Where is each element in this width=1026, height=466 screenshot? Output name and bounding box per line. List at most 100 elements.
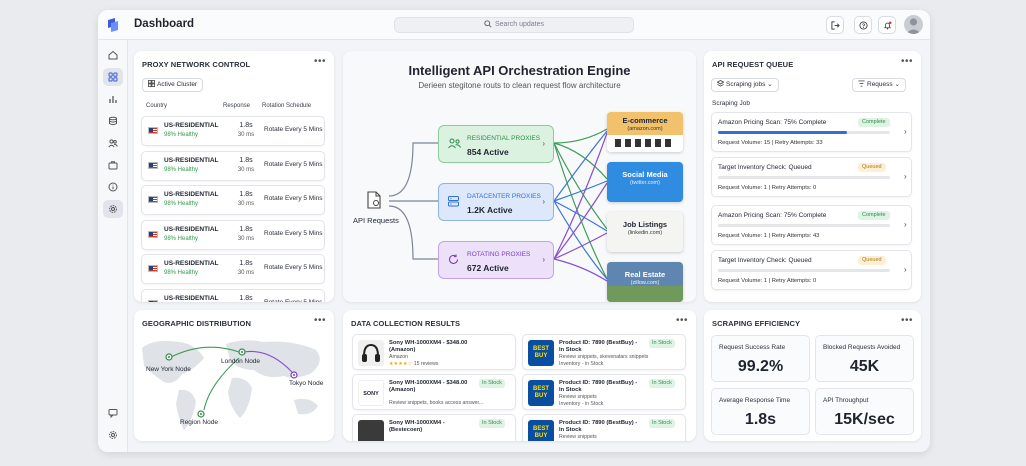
result-item[interactable]: BEST BUY Product ID: 7890 (BestBuy) - In … (522, 374, 686, 410)
sidebar-item-users[interactable] (103, 134, 123, 152)
sidebar-item-dashboard[interactable] (103, 68, 123, 86)
target-real-estate[interactable]: Real Estate (zillow.com) (607, 262, 683, 302)
proxy-response: 1.8s (239, 156, 253, 164)
proxy-name: US-RESIDENTIAL (164, 225, 219, 233)
more-options-icon[interactable]: ••• (901, 56, 913, 67)
top-bar: Dashboard Search updates (98, 10, 930, 40)
datacenter-proxies-label: DATACENTER PROXIES (467, 193, 541, 200)
sidebar-item-jobs[interactable] (103, 156, 123, 174)
briefcase-icon (108, 161, 118, 170)
sidebar-item-preferences[interactable] (103, 426, 123, 444)
proxy-health: 98% Healthy (164, 201, 199, 207)
proxy-rotation: Rotate Every 5 Mins (264, 264, 323, 271)
more-options-icon[interactable]: ••• (314, 315, 326, 326)
bestbuy-logo: BEST BUY (528, 340, 554, 366)
proxy-health: 98% Healthy (164, 166, 199, 173)
proxy-row[interactable]: US-RESIDENTIAL98% Healthy1.8s30 msRotate… (141, 185, 325, 215)
col-rotation: Rotation Schedule (262, 103, 312, 109)
sidebar-item-messages[interactable] (103, 404, 123, 422)
result-item[interactable]: Sony WH-1000XM4 - $348.00 (Amazon) Amazo… (352, 334, 516, 370)
metric-throughput: API Throughput 15K/sec (815, 388, 914, 435)
target-job-listings[interactable]: Job Listings (linkedin.com) (607, 212, 683, 252)
metric-success-rate: Request Success Rate 99.2% (711, 335, 810, 382)
proxy-response: 1.8s (239, 122, 253, 129)
result-item[interactable]: SONY Sony WH-1000XM4 - $348.00 (Amazon) … (352, 374, 516, 410)
scraping-jobs-dropdown[interactable]: Scraping jobs ⌄ (711, 78, 779, 92)
search-icon (484, 20, 492, 28)
sidebar-item-info[interactable] (103, 178, 123, 196)
more-options-icon[interactable]: ••• (676, 315, 688, 326)
result-title: Product ID: 7890 (BestBuy) - In Stock (559, 420, 638, 433)
more-options-icon[interactable]: ••• (901, 315, 913, 326)
ecommerce-sub: (amazon.com) (627, 126, 663, 132)
scraping-job-section: Scraping Job (712, 100, 750, 107)
tokyo-node-label: Tokyo Node (289, 380, 324, 387)
rotate-icon (449, 254, 459, 264)
queue-item-meta: Request Volume: 1 | Retry Attempts: 0 (718, 278, 817, 284)
help-button[interactable] (854, 16, 872, 34)
proxy-name: US-RESIDENTIAL (164, 156, 219, 164)
users-icon (108, 139, 118, 148)
status-badge: In Stock (479, 419, 505, 428)
sort-dropdown[interactable]: Requess ⌄ (852, 78, 906, 92)
target-ecommerce[interactable]: E-commerce (amazon.com) (607, 112, 683, 152)
sidebar-item-database[interactable] (103, 112, 123, 130)
app-logo-icon[interactable] (107, 18, 119, 32)
sidebar-item-home[interactable] (103, 46, 123, 64)
metric-response-time: Average Response Time 1.8s (711, 388, 810, 435)
queue-item[interactable]: Target Inventory Check: Queued Queued Requ… (711, 250, 912, 290)
proxy-latency: 30 ms (237, 270, 255, 276)
london-node-label: London Node (221, 358, 261, 365)
datacenter-proxies-box[interactable]: DATACENTER PROXIES 1.2K Active › (438, 183, 554, 221)
result-item[interactable]: BEST BUY Product ID: 7890 (BestBuy) - In … (522, 414, 686, 441)
target-social-media[interactable]: Social Media (twitter.com) (607, 162, 683, 202)
data-collection-results-card: DATA COLLECTION RESULTS ••• Sony WH-1000… (343, 310, 696, 441)
proxy-row[interactable]: US-RESIDENTIAL98% Healthy1.8s30 msRotate… (141, 288, 325, 302)
chevron-right-icon[interactable]: › (904, 172, 907, 181)
proxy-network-card: PROXY NETWORK CONTROL ••• Active Cluster… (134, 51, 334, 302)
rotating-proxies-box[interactable]: ROTATING PROXIES 672 Active › (438, 241, 554, 279)
region-node-label: Region Node (180, 419, 218, 426)
queue-item[interactable]: Amazon Pricing Scan: 75% Complete Complet… (711, 205, 912, 245)
ecommerce-label: E-commerce (622, 116, 668, 125)
search-input[interactable]: Search updates (394, 17, 634, 33)
bell-icon (883, 21, 891, 29)
proxy-row[interactable]: US-RESIDENTIAL98% Healthy1.8s30 msRotate… (141, 150, 325, 181)
proxy-row[interactable]: US-RESIDENTIAL98% Healthy1.8s30 msRotate… (141, 116, 325, 146)
proxy-health: 98% Healthy (164, 132, 199, 138)
geo-card-title: GEOGRAPHIC DISTRIBUTION (142, 319, 251, 328)
queue-item[interactable]: Target Inventory Check: Queued Queued Requ… (711, 157, 912, 197)
result-item[interactable]: BEST BUY Product ID: 7890 (BestBuy) - In … (522, 334, 686, 370)
help-icon (858, 20, 868, 30)
metric-label: Average Response Time (719, 397, 791, 404)
sidebar-item-settings[interactable] (103, 200, 123, 218)
sidebar-item-analytics[interactable] (103, 90, 123, 108)
database-icon (109, 116, 117, 126)
notifications-button[interactable] (878, 16, 896, 34)
result-snippet: Review snippets, books access answer... (389, 400, 484, 406)
proxy-row[interactable]: US-RESIDENTIAL98% Healthy1.8s30 msRotate… (141, 219, 325, 250)
result-item[interactable]: Sony WH-1000XM4 - (Bestecoen) In Stock (352, 414, 516, 441)
api-request-queue-card: API REQUEST QUEUE ••• Scraping jobs ⌄ Re… (704, 51, 921, 302)
status-badge: In Stock (479, 379, 505, 388)
chevron-right-icon[interactable]: › (904, 127, 907, 136)
residential-proxies-box[interactable]: RESIDENTIAL PROXIES 854 Active › (438, 125, 554, 163)
filter-icon (858, 80, 865, 87)
social-media-label: Social Media (622, 170, 668, 179)
logout-button[interactable] (826, 16, 844, 34)
result-title: Product ID: 7890 (BestBuy) - In Stock (559, 380, 638, 393)
rotating-proxies-label: ROTATING PROXIES (467, 251, 531, 258)
proxy-row[interactable]: US-RESIDENTIAL98% Healthy1.8s30 msRotate… (141, 254, 325, 284)
chevron-right-icon[interactable]: › (904, 265, 907, 274)
proxy-rotation: Rotate Every 5 Mins (264, 160, 323, 168)
queue-item[interactable]: Amazon Pricing Scan: 75% Complete Complet… (711, 112, 912, 152)
avatar[interactable] (904, 15, 923, 34)
result-source: Amazon (389, 354, 409, 360)
rating-stars: ★★★★☆ (389, 361, 413, 367)
proxy-rotation: Rotate Every 5 Mins (264, 195, 323, 202)
more-options-icon[interactable]: ••• (314, 56, 326, 67)
chevron-right-icon[interactable]: › (904, 220, 907, 229)
result-inventory: Inventory - in Stock (559, 401, 604, 407)
active-cluster-chip[interactable]: Active Cluster (142, 78, 204, 92)
real-estate-label: Real Estate (624, 270, 666, 279)
